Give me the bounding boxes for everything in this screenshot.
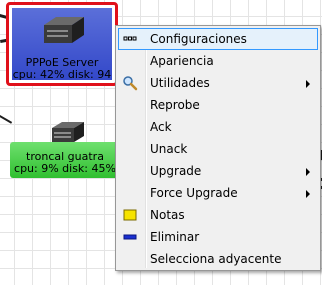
menu-item-label: Reprobe [150,98,200,112]
menu-item-apariencia[interactable]: Apariencia [118,50,318,72]
node-name: troncal guatra [26,151,104,163]
menu-item-label: Apariencia [150,54,214,68]
menu-item-upgrade[interactable]: Upgrade [118,160,318,182]
note-icon [122,207,138,223]
menu-item-utilidades[interactable]: Utilidades [118,72,318,94]
router-icon [44,17,84,43]
remove-icon [122,229,138,245]
menu-item-label: Upgrade [150,164,202,178]
node-stats: cpu: 9% disk: 45% [14,163,116,175]
node-name: PPPoE Server [25,57,99,69]
magnifier-icon [122,75,138,91]
menu-item-force-upgrade[interactable]: Force Upgrade [118,182,318,204]
map-canvas[interactable]: PPPoE Server cpu: 42% disk: 94 troncal g… [0,0,322,285]
menu-item-label: Selecciona adyacente [150,252,282,266]
menu-item-configuraciones[interactable]: Configuraciones [118,28,318,50]
menu-item-unack[interactable]: Unack [118,138,318,160]
menu-item-selecciona-adyacente[interactable]: Selecciona adyacente [118,248,318,270]
menu-item-eliminar[interactable]: Eliminar [118,226,318,248]
submenu-arrow-icon [306,80,310,88]
menu-item-label: Eliminar [150,230,200,244]
menu-item-label: Force Upgrade [150,186,238,200]
node-pppoe-server[interactable]: PPPoE Server cpu: 42% disk: 94 [6,2,118,86]
context-menu: Configuraciones Apariencia Utilidades Re… [115,25,321,271]
menu-item-label: Notas [150,208,185,222]
menu-item-label: Utilidades [150,76,210,90]
menu-item-reprobe[interactable]: Reprobe [118,94,318,116]
menu-item-notas[interactable]: Notas [118,204,318,226]
router-icon [52,122,84,142]
menu-item-label: Unack [150,142,188,156]
node-stats: cpu: 42% disk: 94 [12,69,112,81]
menu-item-label: Ack [150,120,172,134]
submenu-arrow-icon [306,168,310,176]
dotted-box-icon [122,31,138,47]
submenu-arrow-icon [306,190,310,198]
node-troncal-guatra[interactable]: troncal guatra cpu: 9% disk: 45% [10,120,120,178]
menu-item-ack[interactable]: Ack [118,116,318,138]
menu-item-label: Configuraciones [150,32,247,46]
